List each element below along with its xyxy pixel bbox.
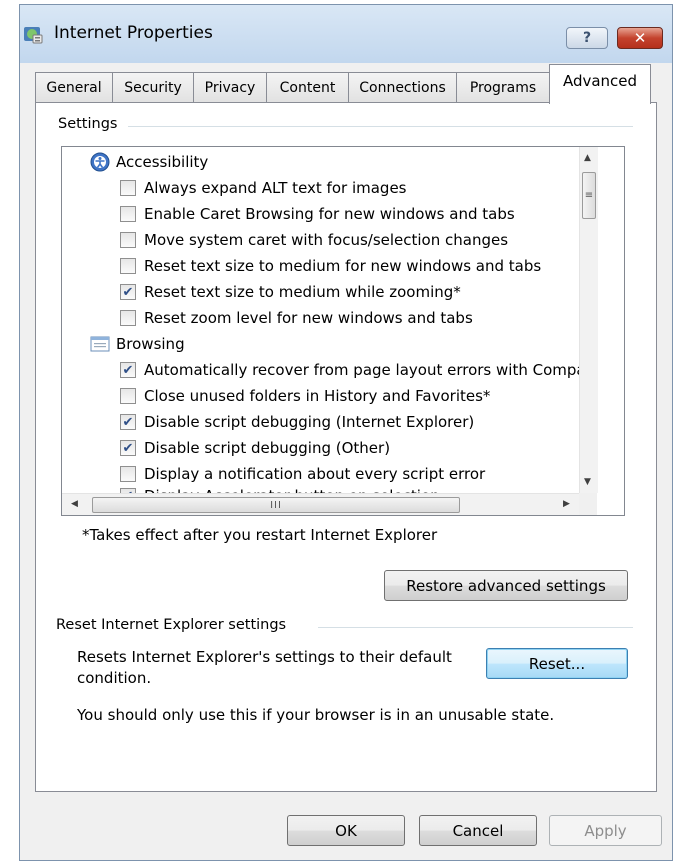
title-bar[interactable]: Internet Properties ? ✕ xyxy=(20,5,672,63)
apply-button[interactable]: Apply xyxy=(549,815,662,846)
setting-always-expand-alt-text[interactable]: Always expand ALT text for images xyxy=(120,175,407,201)
close-icon: ✕ xyxy=(633,29,647,47)
vertical-scrollbar[interactable]: ▲ ≡ ▼ xyxy=(579,147,598,493)
grip-icon: III xyxy=(270,499,282,511)
checkbox[interactable] xyxy=(120,466,136,482)
help-icon: ? xyxy=(582,30,592,46)
cancel-button[interactable]: Cancel xyxy=(419,815,537,846)
advanced-settings-list[interactable]: Accessibility Always expand ALT text for… xyxy=(61,146,625,516)
setting-enable-caret-browsing[interactable]: Enable Caret Browsing for new windows an… xyxy=(120,201,515,227)
restore-advanced-settings-button[interactable]: Restore advanced settings xyxy=(384,570,628,601)
setting-label: Disable script debugging (Other) xyxy=(144,439,391,457)
scrollbar-corner xyxy=(579,493,597,515)
setting-label: Move system caret with focus/selection c… xyxy=(144,231,509,249)
setting-auto-recover-layout-errors[interactable]: ✔ Automatically recover from page layout… xyxy=(120,357,586,383)
settings-group-line xyxy=(128,126,633,127)
setting-move-system-caret[interactable]: Move system caret with focus/selection c… xyxy=(120,227,508,253)
tab-label: General xyxy=(46,80,102,96)
tab-strip: General Security Privacy Content Connect… xyxy=(20,63,672,104)
button-label: Restore advanced settings xyxy=(406,576,606,595)
tab-label: Programs xyxy=(469,80,537,96)
tab-advanced[interactable]: Advanced xyxy=(549,64,651,104)
setting-close-unused-folders[interactable]: Close unused folders in History and Favo… xyxy=(120,383,490,409)
button-label: Reset... xyxy=(528,654,586,673)
checkbox[interactable] xyxy=(120,206,136,222)
reset-group-line xyxy=(318,627,633,628)
setting-label: Reset zoom level for new windows and tab… xyxy=(144,309,473,327)
accessibility-icon xyxy=(90,152,110,172)
checkbox[interactable] xyxy=(120,232,136,248)
tab-content[interactable]: Content xyxy=(266,72,349,103)
setting-disable-script-debugging-ie[interactable]: ✔ Disable script debugging (Internet Exp… xyxy=(120,409,474,435)
scroll-up-arrow-icon[interactable]: ▲ xyxy=(584,153,591,163)
restart-note: *Takes effect after you restart Internet… xyxy=(82,526,438,544)
setting-reset-zoom-level[interactable]: Reset zoom level for new windows and tab… xyxy=(120,305,473,331)
reset-description-line2: condition. xyxy=(77,669,152,687)
scroll-left-arrow-icon[interactable]: ◀ xyxy=(71,499,78,509)
help-button[interactable]: ? xyxy=(566,27,608,49)
scroll-right-arrow-icon[interactable]: ▶ xyxy=(563,499,570,509)
setting-disable-script-debugging-other[interactable]: ✔ Disable script debugging (Other) xyxy=(120,435,390,461)
checkbox-checked[interactable]: ✔ xyxy=(120,362,136,378)
tab-general[interactable]: General xyxy=(35,72,113,103)
browsing-icon xyxy=(90,336,110,352)
tab-label: Connections xyxy=(359,80,446,96)
checkbox[interactable] xyxy=(120,310,136,326)
reset-group-label: Reset Internet Explorer settings xyxy=(56,617,293,633)
checkbox[interactable] xyxy=(120,180,136,196)
tab-programs[interactable]: Programs xyxy=(456,72,550,103)
reset-description-line1: Resets Internet Explorer's settings to t… xyxy=(77,648,452,666)
tab-label: Privacy xyxy=(204,80,256,96)
grip-icon: ≡ xyxy=(584,190,594,201)
checkbox[interactable] xyxy=(120,388,136,404)
checkbox-checked[interactable]: ✔ xyxy=(120,440,136,456)
button-label: Cancel xyxy=(452,821,504,840)
tab-label: Content xyxy=(279,80,336,96)
horizontal-scrollbar[interactable]: ◀ III ▶ xyxy=(62,493,579,515)
tab-connections[interactable]: Connections xyxy=(348,72,457,103)
scroll-down-arrow-icon[interactable]: ▼ xyxy=(584,477,591,487)
reset-button[interactable]: Reset... xyxy=(486,648,628,679)
category-label: Accessibility xyxy=(116,153,209,171)
internet-options-icon xyxy=(24,27,43,44)
checkbox-checked[interactable]: ✔ xyxy=(120,414,136,430)
setting-label: Enable Caret Browsing for new windows an… xyxy=(144,205,515,223)
button-label: Apply xyxy=(584,821,627,840)
reset-warning: You should only use this if your browser… xyxy=(77,706,555,724)
vertical-scroll-thumb[interactable]: ≡ xyxy=(582,172,596,219)
setting-label: Disable script debugging (Internet Explo… xyxy=(144,413,475,431)
setting-reset-text-size-new-windows[interactable]: Reset text size to medium for new window… xyxy=(120,253,541,279)
horizontal-scroll-thumb[interactable]: III xyxy=(92,497,460,513)
tab-privacy[interactable]: Privacy xyxy=(193,72,267,103)
setting-label: Display a notification about every scrip… xyxy=(144,465,486,483)
category-browsing: Browsing xyxy=(90,331,185,357)
setting-label: Always expand ALT text for images xyxy=(144,179,407,197)
checkbox-checked[interactable]: ✔ xyxy=(120,284,136,300)
tab-label: Security xyxy=(124,80,182,96)
setting-reset-text-size-zooming[interactable]: ✔ Reset text size to medium while zoomin… xyxy=(120,279,461,305)
tab-label: Advanced xyxy=(562,72,638,90)
category-accessibility: Accessibility xyxy=(90,149,208,175)
ok-button[interactable]: OK xyxy=(287,815,405,846)
window-title: Internet Properties xyxy=(54,23,213,43)
setting-label: Reset text size to medium for new window… xyxy=(144,257,542,275)
setting-label: Close unused folders in History and Favo… xyxy=(144,387,491,405)
tab-security[interactable]: Security xyxy=(112,72,194,103)
setting-label: Automatically recover from page layout e… xyxy=(144,361,586,379)
category-label: Browsing xyxy=(116,335,185,353)
settings-group-label: Settings xyxy=(58,116,124,132)
button-label: OK xyxy=(335,821,357,840)
setting-label: Reset text size to medium while zooming* xyxy=(144,283,461,301)
close-button[interactable]: ✕ xyxy=(617,27,663,49)
checkbox[interactable] xyxy=(120,258,136,274)
